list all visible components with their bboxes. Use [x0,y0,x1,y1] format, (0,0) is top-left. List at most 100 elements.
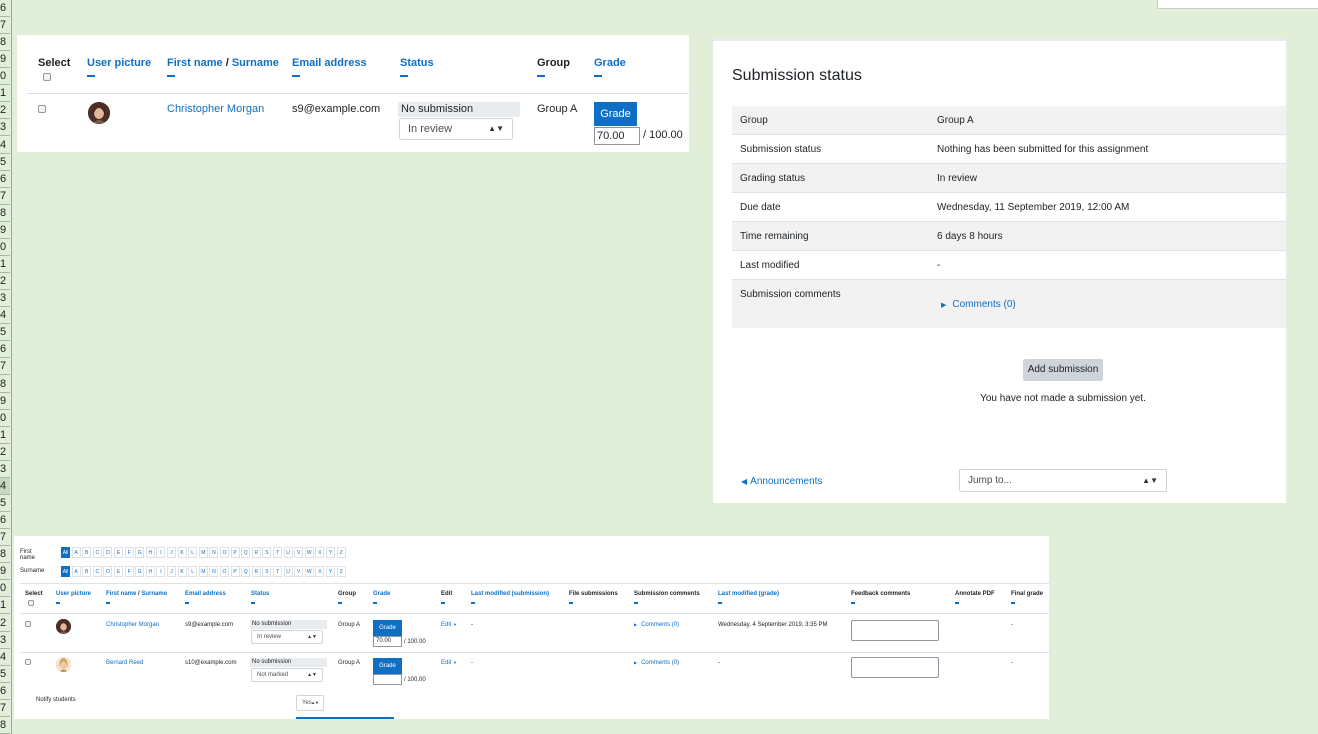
initial-filter-letter[interactable]: T [273,547,282,558]
initial-filter-letter[interactable]: M [198,547,208,558]
initial-filter-letter[interactable]: E [114,547,123,558]
initial-filter-letter[interactable]: Z [336,566,346,577]
sort-indicator[interactable] [338,602,342,604]
initial-filter-letter[interactable]: Y [326,547,335,558]
sort-indicator[interactable] [400,75,408,77]
notify-students-select[interactable]: Yes ▲▼ [296,695,324,711]
initial-filter-letter[interactable]: O [220,547,229,558]
jump-to-select[interactable]: Jump to... ▲▼ [959,469,1167,492]
sort-indicator[interactable] [955,602,959,604]
select-all-checkbox[interactable] [28,600,34,606]
initial-filter-letter[interactable]: X [315,566,325,577]
comments-toggle-link[interactable]: ▶ Comments (0) [941,299,1016,310]
initial-filter-letter[interactable]: V [294,547,304,558]
initial-filter-letter[interactable]: Q [241,566,251,577]
initial-filter-letter[interactable]: N [209,547,219,558]
row-select-checkbox[interactable] [38,105,46,113]
initial-filter-letter[interactable]: V [294,566,304,577]
initial-filter-letter[interactable]: K [177,566,187,577]
col-last-modified-submission-header[interactable]: Last modified (submission) [471,591,549,597]
row-select-checkbox[interactable] [25,621,31,627]
initial-filter-letter[interactable]: F [124,547,134,558]
comments-toggle-link[interactable]: ▶ Comments (0) [634,660,679,666]
initial-filter-letter[interactable]: X [315,547,325,558]
initial-filter-letter[interactable]: N [209,566,219,577]
sort-indicator[interactable] [851,602,855,604]
sort-indicator[interactable] [471,602,475,604]
initial-filter-letter[interactable]: G [135,566,145,577]
sort-indicator[interactable] [251,602,255,604]
feedback-comments-textarea[interactable] [851,657,939,678]
col-grade-header[interactable]: Grade [594,57,626,69]
previous-activity-link[interactable]: ◀ Announcements [741,476,822,487]
initial-filter-letter[interactable]: B [82,566,92,577]
sort-indicator[interactable] [56,602,60,604]
initial-filter-letter[interactable]: D [103,547,113,558]
row-select-checkbox[interactable] [25,659,31,665]
select-all-checkbox[interactable] [43,73,51,81]
initial-filter-letter[interactable]: S [262,547,272,558]
initial-filter-letter[interactable]: P [230,547,240,558]
grade-button[interactable]: Grade [373,620,402,636]
col-user-picture-header[interactable]: User picture [87,57,151,69]
initial-filter-letter[interactable]: A [71,566,81,577]
student-name-link[interactable]: Bernard Reed [106,660,143,666]
initial-filter-letter[interactable]: U [283,547,293,558]
col-grade-header[interactable]: Grade [373,591,390,597]
col-email-header[interactable]: Email address [292,57,367,69]
initial-filter-letter[interactable]: C [92,547,102,558]
initial-filter-letter[interactable]: G [135,547,145,558]
initial-filter-letter[interactable]: D [103,566,113,577]
col-status-header[interactable]: Status [251,591,269,597]
edit-menu[interactable]: Edit ▼ [441,660,457,666]
grade-button[interactable]: Grade [373,658,402,674]
sort-indicator[interactable] [569,602,573,604]
initial-filter-letter[interactable]: S [262,566,272,577]
initial-filter-letter[interactable]: I [156,566,166,577]
sort-surname-link[interactable]: Surname [232,57,279,69]
initial-filter-letter[interactable]: Y [326,566,335,577]
sort-indicator[interactable] [106,602,110,604]
marking-workflow-select[interactable]: In review ▲▼ [251,630,323,644]
sort-indicator[interactable] [718,602,722,604]
grade-input[interactable]: 70.00 [373,636,402,647]
col-email-header[interactable]: Email address [185,591,226,597]
initial-filter-letter[interactable]: K [177,547,187,558]
sort-indicator[interactable] [441,602,445,604]
initial-filter-letter[interactable]: W [304,547,314,558]
save-button-edge[interactable] [296,717,394,719]
sort-indicator[interactable] [1011,602,1015,604]
add-submission-button[interactable]: Add submission [1023,359,1103,381]
comments-toggle-link[interactable]: ▶ Comments (0) [634,622,679,628]
col-status-header[interactable]: Status [400,57,434,69]
initial-filter-all[interactable]: All [61,566,70,577]
initial-filter-all[interactable]: All [61,547,70,558]
initial-filter-letter[interactable]: Z [336,547,346,558]
grade-input[interactable]: 70.00 [594,127,640,145]
initial-filter-letter[interactable]: U [283,566,293,577]
initial-filter-letter[interactable]: W [304,566,314,577]
initial-filter-letter[interactable]: J [167,547,176,558]
sort-surname-link[interactable]: Surname [141,591,167,597]
marking-workflow-select[interactable]: Not marked ▲▼ [251,668,323,682]
initial-filter-letter[interactable]: H [145,547,155,558]
marking-workflow-select[interactable]: In review ▲▼ [399,118,513,140]
col-user-picture-header[interactable]: User picture [56,591,91,597]
sort-first-name-link[interactable]: First name [167,57,223,69]
user-avatar[interactable] [88,102,110,124]
sort-indicator[interactable] [634,602,638,604]
sort-first-name-link[interactable]: First name [106,591,136,597]
sort-indicator[interactable] [537,75,545,77]
initial-filter-letter[interactable]: P [230,566,240,577]
user-avatar[interactable] [56,657,71,672]
initial-filter-letter[interactable]: Q [241,547,251,558]
edit-menu[interactable]: Edit ▼ [441,622,457,628]
initial-filter-letter[interactable]: O [220,566,229,577]
sort-indicator[interactable] [594,75,602,77]
initial-filter-letter[interactable]: M [198,566,208,577]
initial-filter-letter[interactable]: I [156,547,166,558]
initial-filter-letter[interactable]: C [92,566,102,577]
sort-indicator[interactable] [292,75,300,77]
student-name-link[interactable]: Christopher Morgan [106,622,159,628]
initial-filter-letter[interactable]: J [167,566,176,577]
